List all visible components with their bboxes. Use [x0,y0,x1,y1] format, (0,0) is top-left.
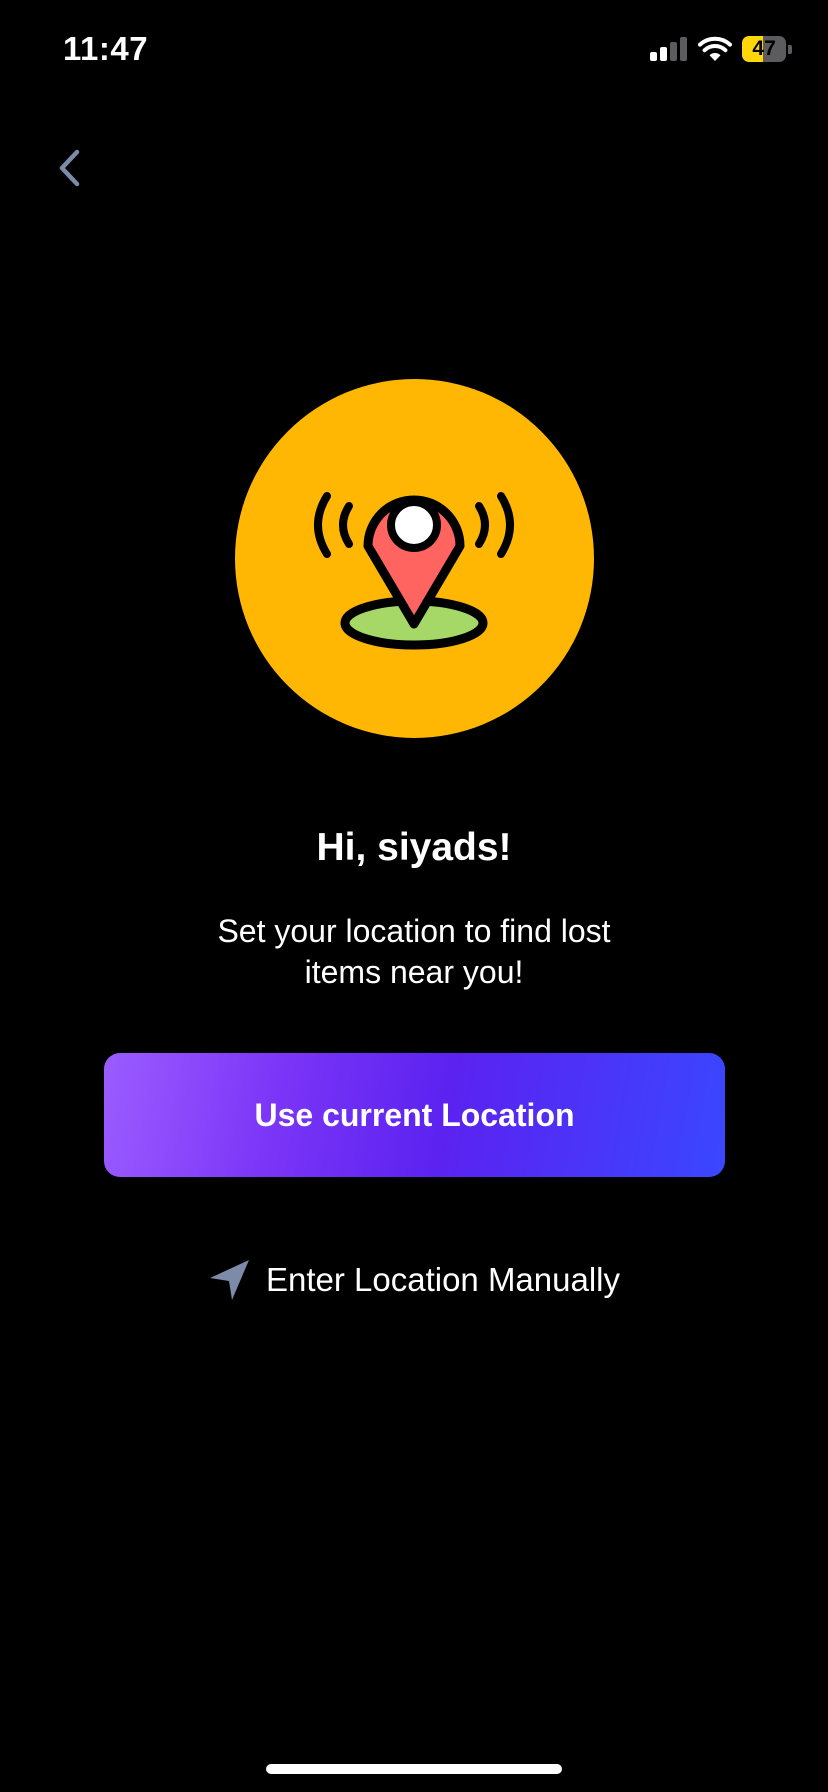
battery-icon: 47 [742,36,792,62]
enter-location-manually-link[interactable]: Enter Location Manually [0,1255,828,1305]
battery-body: 47 [742,36,787,62]
back-button[interactable] [44,140,94,196]
status-bar: 11:47 47 [0,0,828,100]
battery-percent: 47 [752,37,776,60]
chevron-left-icon [59,149,80,187]
battery-tip [788,44,792,54]
status-icons: 47 [650,34,792,64]
hero-illustration [235,379,594,738]
navigation-arrow-icon [209,1260,249,1300]
use-current-location-button[interactable]: Use current Location [104,1053,725,1177]
greeting-title: Hi, siyads! [316,826,512,869]
status-time: 11:47 [63,30,149,67]
location-pin-broadcast-icon [314,492,514,650]
enter-location-manually-label: Enter Location Manually [265,1261,621,1298]
wifi-icon [698,36,732,61]
cellular-signal-icon [650,37,687,61]
home-indicator [266,1764,562,1774]
subtitle-text: Set your location to find lost items nea… [217,913,611,990]
use-current-location-label: Use current Location [254,1096,575,1133]
